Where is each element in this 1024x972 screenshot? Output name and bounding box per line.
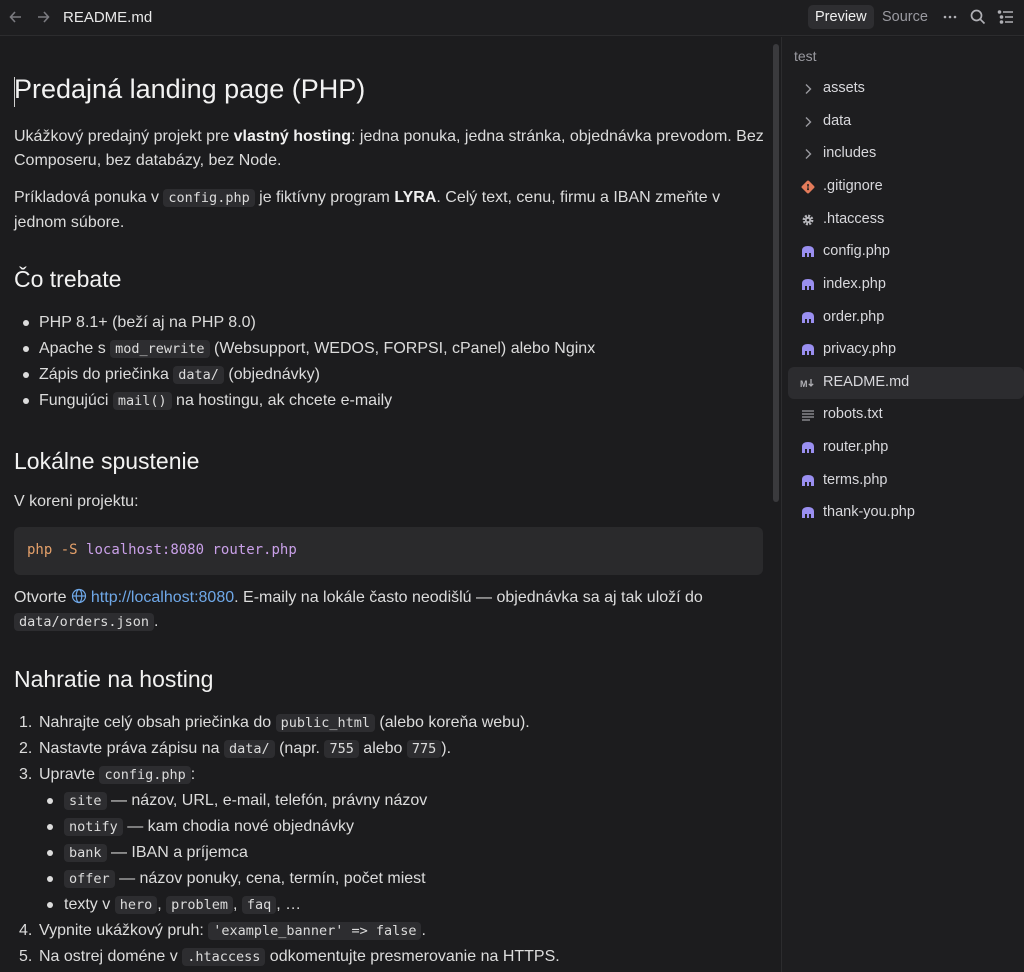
- chevron-right-icon[interactable]: [800, 146, 816, 162]
- heading-local-run: Lokálne spustenie: [14, 448, 200, 474]
- sidebar-item-privacy-php[interactable]: privacy.php: [788, 334, 1024, 366]
- sidebar-item-htaccess[interactable]: .htaccess: [788, 204, 1024, 236]
- markdown-icon: M: [800, 375, 816, 391]
- requirements-list: PHP 8.1+ (beží aj na PHP 8.0) Apache s m…: [14, 310, 766, 414]
- back-arrow-icon[interactable]: [7, 8, 25, 26]
- php-icon: [800, 440, 816, 456]
- sidebar-item-order-php[interactable]: order.php: [788, 302, 1024, 334]
- heading-upload: Nahratie na hosting: [14, 666, 214, 692]
- sidebar-item-index-php[interactable]: index.php: [788, 269, 1024, 301]
- list-item: notify — kam chodia nové objednávky: [14, 814, 766, 840]
- list-item: offer — názov ponuky, cena, termín, poče…: [14, 866, 766, 892]
- search-icon[interactable]: [969, 8, 987, 26]
- source-mode-button[interactable]: Source: [875, 5, 935, 29]
- title-bar: README.md Preview Source: [0, 0, 1024, 36]
- globe-icon: [71, 588, 87, 604]
- php-icon: [800, 342, 816, 358]
- list-item: 4. Vypnite ukážkový pruh: 'example_banner…: [19, 922, 426, 940]
- localhost-link[interactable]: http://localhost:8080: [91, 589, 234, 606]
- sidebar-item-robots-txt[interactable]: robots.txt: [788, 399, 1024, 431]
- git-icon: [800, 179, 816, 195]
- chevron-right-icon[interactable]: [800, 81, 816, 97]
- sidebar-item-data[interactable]: data: [788, 106, 1024, 138]
- local-paragraph: V koreni projektu:: [14, 493, 139, 510]
- list-item: PHP 8.1+ (beží aj na PHP 8.0): [14, 310, 766, 336]
- list-item: 5. Na ostrej doméne v .htaccess odkomentu…: [19, 948, 560, 966]
- sidebar-item-terms-php[interactable]: terms.php: [788, 465, 1024, 497]
- sidebar-item-assets[interactable]: assets: [788, 73, 1024, 105]
- sidebar-item-gitignore[interactable]: .gitignore: [788, 171, 1024, 203]
- heading-requirements: Čo trebate: [14, 266, 122, 292]
- list-item: 2. Nastavte práva zápisu na data/ (napr. …: [19, 740, 452, 758]
- markdown-preview[interactable]: Predajná landing page (PHP) Ukážkový pre…: [0, 37, 782, 972]
- file-explorer-sidebar: test assets data includes .gitignore .ht…: [782, 37, 1024, 972]
- php-icon: [800, 244, 816, 260]
- sidebar-item-includes[interactable]: includes: [788, 138, 1024, 170]
- sidebar-item-config-php[interactable]: config.php: [788, 236, 1024, 268]
- open-paragraph: Otvorte http://localhost:8080. E-maily n…: [14, 588, 703, 631]
- heading-title: Predajná landing page (PHP): [14, 74, 366, 104]
- php-icon: [800, 505, 816, 521]
- list-item: Apache s mod_rewrite (Websupport, WEDOS,…: [14, 336, 766, 362]
- svg-text:M: M: [800, 379, 808, 389]
- sidebar-item-readme-md[interactable]: M README.md: [788, 367, 1024, 399]
- outline-list-icon[interactable]: [997, 8, 1015, 26]
- list-item: bank — IBAN a príjemca: [14, 840, 766, 866]
- gear-icon: [800, 212, 816, 228]
- php-icon: [800, 473, 816, 489]
- list-item: Zápis do priečinka data/ (objednávky): [14, 362, 766, 388]
- php-icon: [800, 310, 816, 326]
- list-item: Fungujúci mail() na hostingu, ak chcete …: [14, 388, 766, 414]
- text-file-icon: [800, 407, 816, 423]
- php-icon: [800, 277, 816, 293]
- upload-steps-list: 1. Nahrajte celý obsah priečinka do publi…: [14, 710, 766, 970]
- more-options-icon[interactable]: [941, 8, 959, 26]
- code-block[interactable]: php -S localhost:8080 router.php: [14, 527, 763, 575]
- list-item: site — názov, URL, e-mail, telefón, práv…: [14, 788, 766, 814]
- sidebar-item-router-php[interactable]: router.php: [788, 432, 1024, 464]
- list-item: texty v hero, problem, faq, …: [14, 892, 766, 918]
- scrollbar-thumb[interactable]: [773, 44, 779, 502]
- sidebar-item-thank-you-php[interactable]: thank-you.php: [788, 497, 1024, 529]
- folder-root-label[interactable]: test: [794, 48, 817, 64]
- chevron-right-icon[interactable]: [800, 114, 816, 130]
- list-item: 1. Nahrajte celý obsah priečinka do publi…: [19, 714, 530, 732]
- intro-paragraph: Ukážkový predajný projekt pre vlastný ho…: [14, 128, 764, 169]
- file-title: README.md: [63, 9, 153, 26]
- list-item: 3. Upravte config.php:: [19, 766, 196, 784]
- offer-paragraph: Príkladová ponuka v config.php je fiktív…: [14, 189, 721, 231]
- forward-arrow-icon[interactable]: [34, 8, 52, 26]
- preview-mode-button[interactable]: Preview: [808, 5, 874, 29]
